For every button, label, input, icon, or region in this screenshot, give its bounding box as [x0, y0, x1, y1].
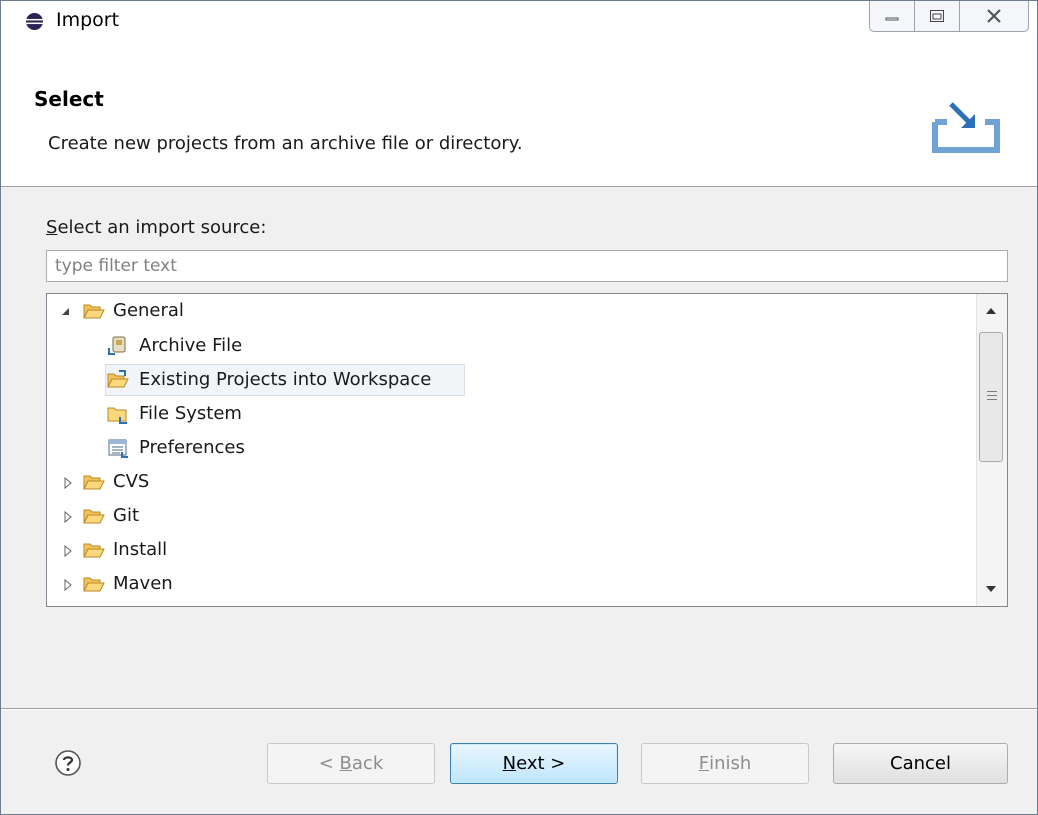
tree-item-label: Git: [113, 505, 140, 526]
next-button-mnemonic: N: [502, 753, 517, 774]
back-button[interactable]: < Back: [267, 743, 435, 784]
back-button-label: ack: [351, 753, 384, 774]
scroll-down-arrow-icon[interactable]: [986, 586, 996, 592]
tree-item-label: Preferences: [139, 437, 245, 458]
tree-item-maven[interactable]: Maven: [47, 569, 975, 599]
collapsed-twisty-icon[interactable]: [61, 578, 75, 592]
import-dialog: Import Select Create new projects from a…: [0, 0, 1038, 815]
back-button-prefix: <: [318, 753, 340, 774]
tree-item-label: Maven: [113, 573, 173, 594]
maximize-button[interactable]: [915, 1, 960, 31]
expanded-twisty-icon[interactable]: [59, 305, 73, 319]
scrollbar-thumb[interactable]: [979, 332, 1003, 462]
back-button-mnemonic: B: [339, 753, 352, 774]
window-title: Import: [56, 9, 120, 31]
tree-item-label: Install: [113, 539, 168, 560]
tree-item-label: Existing Projects into Workspace: [139, 369, 432, 390]
scroll-up-arrow-icon[interactable]: [986, 308, 996, 314]
close-icon: [987, 9, 1001, 23]
minimize-icon: [885, 17, 899, 21]
cancel-button[interactable]: Cancel: [833, 743, 1008, 784]
maximize-icon: [930, 10, 944, 22]
help-icon[interactable]: [54, 749, 82, 777]
existing-projects-icon: [107, 370, 129, 388]
tree-item-git[interactable]: Git: [47, 501, 975, 531]
filter-input[interactable]: [46, 250, 1008, 282]
finish-button-label: inish: [709, 753, 752, 774]
file-system-icon: [107, 407, 127, 424]
preferences-icon: [108, 439, 128, 458]
folder-icon: [83, 543, 105, 558]
folder-open-icon: [83, 304, 105, 319]
title-bar[interactable]: Import: [1, 1, 1037, 42]
finish-button[interactable]: Finish: [641, 743, 809, 784]
tree-item-file-system[interactable]: File System: [47, 399, 975, 429]
close-button[interactable]: [960, 1, 1028, 31]
minimize-button[interactable]: [870, 1, 915, 31]
tree-item-label: Archive File: [139, 335, 243, 356]
finish-button-mnemonic: F: [698, 753, 710, 774]
window-controls: [869, 1, 1029, 32]
folder-icon: [83, 577, 105, 592]
eclipse-icon: [25, 12, 44, 31]
page-title: Select: [34, 87, 104, 111]
tree-item-archive-file[interactable]: Archive File: [47, 331, 975, 361]
collapsed-twisty-icon[interactable]: [61, 544, 75, 558]
folder-icon: [83, 509, 105, 524]
tree-item-general[interactable]: General: [47, 296, 975, 326]
tree-item-cvs[interactable]: CVS: [47, 467, 975, 497]
grip-icon: [987, 391, 997, 403]
tree-item-install[interactable]: Install: [47, 535, 975, 565]
page-description: Create new projects from an archive file…: [48, 133, 523, 154]
folder-icon: [83, 475, 105, 490]
import-source-tree[interactable]: General Archive File Existing Projects i…: [46, 293, 1008, 607]
import-wizard-icon: [932, 102, 1000, 153]
archive-file-icon: [108, 336, 126, 355]
import-source-label: Select an import source:: [46, 217, 266, 238]
tree-item-label: General: [113, 300, 184, 321]
tree-item-label: File System: [139, 403, 242, 424]
tree-item-preferences[interactable]: Preferences: [47, 433, 975, 463]
next-button-label: ext >: [516, 753, 566, 774]
import-source-label-text: elect an import source:: [57, 217, 267, 238]
footer-separator-highlight: [1, 709, 1037, 710]
next-button[interactable]: Next >: [450, 743, 618, 784]
tree-item-existing-projects[interactable]: Existing Projects into Workspace: [47, 365, 975, 395]
mnemonic-s: S: [46, 217, 58, 238]
collapsed-twisty-icon[interactable]: [61, 476, 75, 490]
tree-vertical-scrollbar[interactable]: [976, 294, 1007, 606]
cancel-button-label: Cancel: [890, 753, 951, 774]
tree-item-label: CVS: [113, 471, 150, 492]
collapsed-twisty-icon[interactable]: [61, 510, 75, 524]
wizard-header: Select Create new projects from an archi…: [1, 42, 1037, 187]
